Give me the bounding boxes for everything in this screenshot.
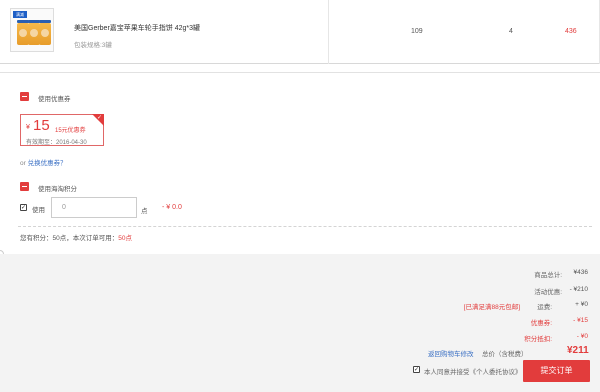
total-value: ¥211 [567, 345, 589, 356]
or-text: or [20, 160, 26, 167]
product-price: 109 [411, 28, 423, 35]
coupon-amount: 15 [33, 117, 50, 134]
product-name[interactable]: 美国Gerber嘉宝苹果车轮手指饼 42g*3罐 [74, 23, 200, 33]
points-use-checkbox[interactable]: ✓ [20, 204, 27, 211]
points-use-label: 使用 [32, 207, 45, 214]
points-available: 50点 [118, 235, 132, 242]
points-info: 您有积分：50点，本次订单可用：50点 [20, 232, 132, 242]
goods-total-value: ¥436 [573, 269, 588, 276]
coupon-summary-value: - ¥15 [573, 317, 588, 324]
coupon-description: 15元优惠券 [55, 128, 86, 134]
promo-value: - ¥210 [569, 286, 588, 293]
points-summary-value: - ¥0 [576, 333, 588, 340]
column-divider [328, 0, 329, 64]
dashed-divider [18, 226, 592, 227]
use-points-checkbox[interactable] [20, 182, 29, 191]
check-icon: ✓ [96, 115, 102, 121]
points-info-text: 您有积分：50点，本次订单可用： [20, 235, 119, 242]
product-row: 满减 美国Gerber嘉宝苹果车轮手指饼 42g*3罐 包装规格:3罐 109 … [0, 0, 600, 64]
exchange-coupon-row: or 兑换优惠券？ [20, 157, 67, 167]
section-divider [0, 72, 600, 73]
use-points-label: 使用海淘积分 [38, 186, 77, 193]
product-spec: 包装规格:3罐 [74, 42, 112, 49]
shipping-value: + ¥0 [575, 301, 588, 308]
product-thumbnail[interactable]: 满减 [10, 8, 54, 52]
coupon-summary-label: 优惠券: [530, 320, 552, 327]
coupon-expiry: 有效期至：2016-04-30 [26, 140, 87, 146]
goods-total-label: 商品总计: [534, 272, 562, 279]
coupon-currency: ¥ [26, 124, 30, 131]
use-coupon-checkbox[interactable] [20, 92, 29, 101]
total-label: 总价（含税费） [482, 351, 528, 358]
product-subtotal: 436 [565, 28, 577, 35]
points-unit: 点 [141, 208, 148, 215]
submit-order-button[interactable]: 提交订单 [523, 360, 590, 382]
points-input[interactable]: 0 [51, 197, 137, 218]
shipping-label: 运费: [537, 304, 552, 311]
points-summary-label: 积分抵扣: [524, 336, 552, 343]
product-quantity: 4 [509, 28, 513, 35]
promo-label: 活动优惠: [534, 289, 562, 296]
coupon-card[interactable]: ¥ 15 15元优惠券 有效期至：2016-04-30 ✓ [20, 114, 104, 146]
free-shipping-note: [已满足满88元包邮] [463, 304, 520, 311]
back-to-cart-link[interactable]: 返回购物车修改 [428, 348, 474, 358]
agree-text[interactable]: 本人同意并接受《个人委托协议》 [424, 366, 522, 376]
use-coupon-label: 使用优惠券 [38, 96, 71, 103]
agree-checkbox[interactable]: ✓ [413, 366, 420, 373]
promo-badge: 满减 [13, 11, 27, 18]
points-deduct: - ¥ 0.0 [162, 204, 182, 211]
exchange-coupon-link[interactable]: 兑换优惠券？ [28, 160, 67, 167]
